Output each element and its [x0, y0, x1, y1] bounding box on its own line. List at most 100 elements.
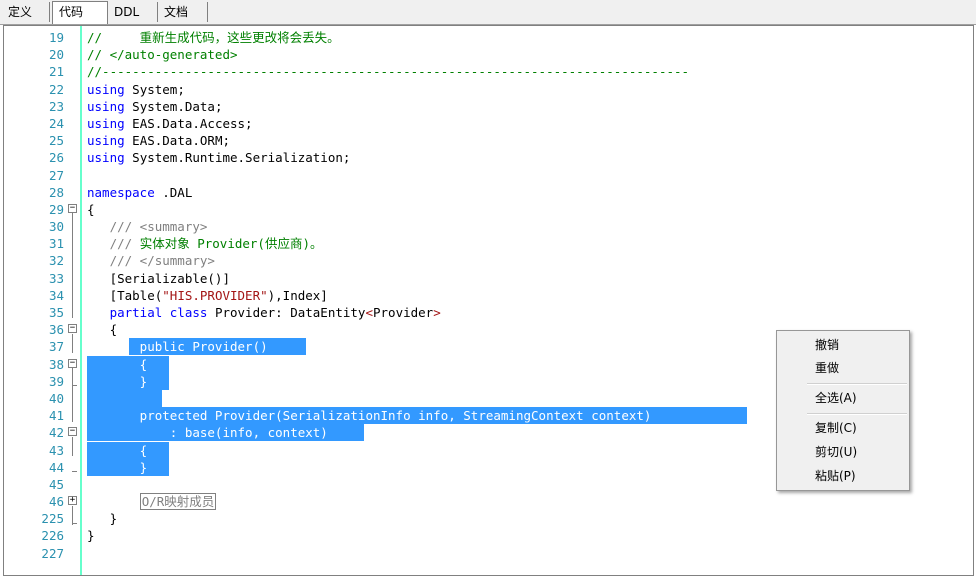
code-token: System.Data; — [124, 98, 223, 114]
menu-item-copy[interactable]: 复制(C) — [779, 417, 907, 439]
line-number: 40 — [48, 390, 64, 406]
code-text: } — [87, 459, 148, 476]
collapse-icon[interactable]: − — [68, 203, 77, 213]
tab-code[interactable]: 代码 — [52, 1, 108, 24]
code-text: { — [87, 442, 148, 459]
code-line[interactable]: 33 [Serializable()] — [4, 270, 973, 287]
code-line[interactable]: 32 /// </summary> — [4, 252, 973, 269]
expand-icon[interactable]: + — [68, 496, 77, 506]
code-line[interactable]: 225 } — [4, 510, 973, 527]
code-line[interactable]: 31 /// 实体对象 Provider(供应商)。 — [4, 235, 973, 252]
code-text: /// </summary> — [87, 252, 215, 269]
code-text: [Table("HIS.PROVIDER"),Index] — [87, 287, 328, 304]
code-text: O/R映射成员 — [87, 493, 217, 511]
line-number: 38 — [48, 356, 64, 372]
code-line[interactable]: 20 // </auto-generated> — [4, 46, 973, 63]
line-number: 41 — [48, 408, 64, 424]
code-token: /// </summary> — [109, 253, 215, 269]
line-number: 24 — [48, 115, 64, 131]
fold-end-marker — [72, 385, 77, 386]
code-text: protected Provider(SerializationInfo inf… — [87, 407, 652, 424]
code-token: } — [87, 511, 118, 527]
collapse-icon[interactable]: − — [68, 358, 77, 368]
line-number: 36 — [48, 322, 64, 338]
menu-item-redo[interactable]: 重做 — [779, 357, 907, 379]
code-token: public Provider() — [87, 339, 268, 355]
line-number: 39 — [48, 373, 64, 389]
code-token: } — [87, 459, 148, 475]
code-line[interactable]: 26 using System.Runtime.Serialization; — [4, 149, 973, 166]
code-text: using System; — [87, 81, 185, 98]
line-number: 227 — [41, 545, 64, 561]
menu-item-cut[interactable]: 剪切(U) — [779, 441, 907, 463]
code-token: System; — [124, 81, 185, 97]
line-number: 226 — [41, 528, 64, 544]
code-text: [Serializable()] — [87, 270, 230, 287]
code-line[interactable]: 46 + O/R映射成员 — [4, 493, 973, 511]
line-number: 37 — [48, 339, 64, 355]
code-text: partial class Provider: DataEntity<Provi… — [87, 304, 441, 321]
collapse-icon[interactable]: − — [68, 427, 77, 437]
code-text: } — [87, 373, 148, 390]
code-text: public Provider() — [87, 338, 268, 355]
line-number: 19 — [48, 30, 64, 45]
code-line[interactable]: 28 namespace .DAL — [4, 184, 973, 201]
code-line[interactable]: 25 using EAS.Data.ORM; — [4, 132, 973, 149]
code-line[interactable]: 21 //------------------------------------… — [4, 63, 973, 80]
code-line[interactable]: 24 using EAS.Data.Access; — [4, 115, 973, 132]
code-line[interactable]: 22 using System; — [4, 81, 973, 98]
code-line[interactable]: 19 // 重新生成代码，这些更改将会丢失。 — [4, 29, 973, 46]
code-line[interactable]: 27 — [4, 167, 973, 184]
code-text: namespace .DAL — [87, 184, 192, 201]
fold-guide — [72, 368, 73, 422]
code-line[interactable]: 35 partial class Provider: DataEntity<Pr… — [4, 304, 973, 321]
line-number: 27 — [48, 167, 64, 183]
code-token: 实体对象 Provider(供应商)。 — [139, 236, 323, 252]
code-text: /// <summary> — [87, 218, 208, 235]
code-token: > — [433, 305, 441, 320]
code-token: /// — [109, 236, 140, 252]
line-number: 26 — [48, 150, 64, 166]
view-tab-bar: 定义 代码 DDL 文档 — [0, 0, 976, 25]
code-token: /// <summary> — [109, 219, 208, 235]
code-token: System.Runtime.Serialization; — [124, 150, 351, 166]
tab-document[interactable]: 文档 — [158, 2, 208, 22]
code-token: O/R映射成员 — [139, 493, 217, 511]
code-token: using — [87, 150, 125, 166]
fold-guide — [72, 436, 73, 456]
selection-highlight — [87, 389, 162, 407]
code-text: using EAS.Data.Access; — [87, 115, 253, 132]
line-number: 32 — [48, 253, 64, 269]
code-token: { — [87, 201, 95, 217]
code-token: using — [87, 81, 125, 97]
line-number: 33 — [48, 270, 64, 286]
menu-item-undo[interactable]: 撤销 — [779, 334, 907, 356]
tab-ddl[interactable]: DDL — [108, 2, 158, 22]
code-token: using — [87, 115, 125, 131]
code-text: //--------------------------------------… — [87, 63, 689, 80]
collapse-icon[interactable]: − — [68, 324, 77, 334]
code-text: : base(info, context) — [87, 424, 328, 441]
code-token: using — [87, 98, 125, 114]
code-line[interactable]: 29−{ — [4, 201, 973, 218]
code-token: [Table( — [87, 287, 163, 303]
code-editor[interactable]: 19 // 重新生成代码，这些更改将会丢失。 20 // </auto-generat… — [3, 25, 974, 576]
code-line[interactable]: 227 — [4, 545, 973, 562]
code-line[interactable]: 226} — [4, 527, 973, 544]
code-line[interactable]: 30 /// <summary> — [4, 218, 973, 235]
menu-item-select-all[interactable]: 全选(A) — [779, 387, 907, 409]
tab-definition[interactable]: 定义 — [2, 2, 50, 22]
code-text: using System.Runtime.Serialization; — [87, 149, 350, 166]
code-token: Provider: DataEntity — [207, 305, 366, 320]
code-line[interactable]: 34 [Table("HIS.PROVIDER"),Index] — [4, 287, 973, 304]
line-number: 34 — [48, 287, 64, 303]
code-text: { — [87, 356, 148, 373]
code-text: } — [87, 527, 95, 544]
menu-item-paste[interactable]: 粘贴(P) — [779, 465, 907, 487]
code-line[interactable]: 23 using System.Data; — [4, 98, 973, 115]
